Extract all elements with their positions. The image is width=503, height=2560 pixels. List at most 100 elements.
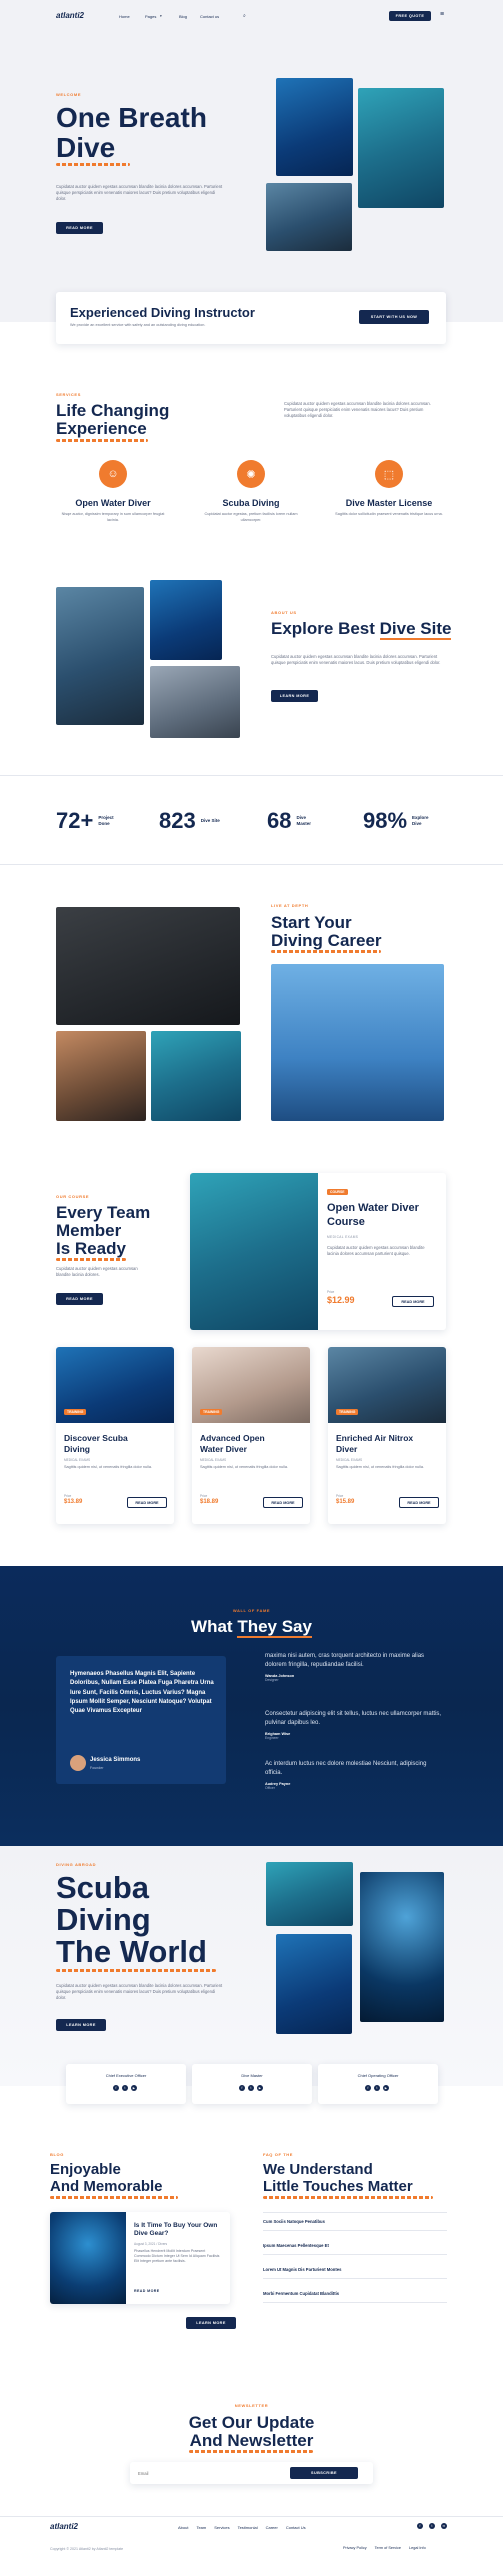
search-icon[interactable]: ⌕ <box>243 13 246 19</box>
course-card: TRAINING Enriched Air Nitrox Diver MEDIC… <box>328 1347 446 1524</box>
hero-eyebrow: WELCOME <box>56 92 82 97</box>
testimonials-section: WALL OF FAME What They Say Hymenaeos Pha… <box>0 1566 503 1846</box>
course-read-more[interactable]: READ MORE <box>127 1497 167 1508</box>
blog-post-read-more[interactable]: READ MORE <box>134 2289 160 2293</box>
footer-socials: f t ✉ <box>417 2523 447 2529</box>
twitter-icon[interactable]: t <box>374 2085 380 2091</box>
feature-dive-master: ⬚ Dive Master License Sagittis dolor sol… <box>334 460 444 518</box>
faq-item[interactable]: Ipsum Maecenas Pellentesque Et <box>263 2243 329 2248</box>
enjoyable-learn-more-button[interactable]: LEARN MORE <box>186 2317 236 2329</box>
course-read-more[interactable]: READ MORE <box>263 1497 303 1508</box>
officer-card: Chief Executive Officer f t ▶ <box>66 2064 186 2104</box>
enjoyable-eyebrow: BLOG <box>50 2152 64 2157</box>
testimonials-title: What They Say <box>0 1617 503 1638</box>
instructor-desc: We provide an excellent service with saf… <box>70 323 206 327</box>
youtube-icon[interactable]: ▶ <box>257 2085 263 2091</box>
career-photo-goggles <box>271 964 444 1121</box>
feature-open-water: ☺ Open Water Diver Nisqe auctor, digniss… <box>58 460 168 523</box>
course-title-line2: Diver <box>336 1444 358 1454</box>
twitter-icon[interactable]: t <box>122 2085 128 2091</box>
team-underline <box>56 1258 126 1261</box>
email-field[interactable] <box>138 2467 278 2479</box>
course-price-label: Price <box>336 1494 344 1498</box>
enjoyable-underline <box>50 2196 178 2199</box>
changing-eyebrow: SERVICES <box>56 392 81 397</box>
footer-link-team[interactable]: Team <box>196 2525 206 2530</box>
understand-underline <box>263 2196 433 2199</box>
footer-link-services[interactable]: Services <box>214 2525 229 2530</box>
team-title-line3: Is Ready <box>56 1239 126 1258</box>
footer-link-contact[interactable]: Contact Us <box>286 2525 306 2530</box>
nav-link-home[interactable]: Home <box>119 14 130 19</box>
changing-title-line1: Life Changing <box>56 401 170 420</box>
testimonial-text: Ac interdum luctus nec dolore molestiae … <box>265 1761 427 1776</box>
featured-course-badge: COURSE <box>327 1189 348 1195</box>
course-sub: MEDICAL EXAMS <box>64 1458 91 1462</box>
footer-link-about[interactable]: About <box>178 2525 188 2530</box>
mail-icon[interactable]: ✉ <box>441 2523 447 2529</box>
explore-desc: Cupidatat auctor quidem egestas accumsan… <box>271 654 441 666</box>
faq-item[interactable]: Lorem Ut Magnis Dis Parturient Montes <box>263 2267 341 2272</box>
footer-terms-link[interactable]: Term of Service <box>375 2546 401 2550</box>
free-quote-button[interactable]: FREE QUOTE <box>389 11 431 21</box>
featured-course-read-more[interactable]: READ MORE <box>392 1296 434 1307</box>
footer-link-career[interactable]: Career <box>266 2525 278 2530</box>
team-read-more-button[interactable]: READ MORE <box>56 1293 103 1305</box>
start-with-us-button[interactable]: START WITH US NOW <box>359 310 429 324</box>
twitter-icon[interactable]: t <box>429 2523 435 2529</box>
testimonials-title-highlight: They Say <box>237 1617 312 1638</box>
course-price-label: Price <box>64 1494 72 1498</box>
footer-link-testimonial[interactable]: Testimonial <box>238 2525 258 2530</box>
nav-link-pages[interactable]: Pages <box>145 14 156 19</box>
newsletter-title-line2: And Newsletter <box>189 2431 314 2450</box>
hero-read-more-button[interactable]: READ MORE <box>56 222 103 234</box>
nav-link-blog[interactable]: Blog <box>179 14 187 19</box>
testimonial-role: Designer <box>265 1678 279 1683</box>
testimonials-eyebrow: WALL OF FAME <box>232 1608 271 1613</box>
diver-icon: ☺ <box>99 460 127 488</box>
hero-title-underline <box>56 163 130 166</box>
facebook-icon[interactable]: f <box>239 2085 245 2091</box>
explore-title-highlight: Dive Site <box>379 619 452 640</box>
youtube-icon[interactable]: ▶ <box>131 2085 137 2091</box>
logo[interactable]: atlanti2 <box>56 11 84 20</box>
hero-title-line2: Dive <box>56 132 116 163</box>
testimonial-author: Jessica Simmons <box>90 1757 141 1763</box>
newsletter-form: SUBSCRIBE <box>130 2462 373 2484</box>
career-eyebrow: LIVE AT DEPTH <box>271 903 309 908</box>
faq-item[interactable]: Morbi Fermentum Cupidatat Blandittis <box>263 2291 339 2296</box>
nav-link-contact[interactable]: Contact us <box>200 14 219 19</box>
footer-privacy-link[interactable]: Privacy Policy <box>343 2546 367 2550</box>
stat-number: 72+ <box>56 808 94 833</box>
faq-item[interactable]: Cum Sociis Natoque Penatibus <box>263 2219 325 2224</box>
blog-post-title[interactable]: Is It Time To Buy Your Own Dive Gear? <box>134 2222 222 2239</box>
twitter-icon[interactable]: t <box>248 2085 254 2091</box>
course-badge: TRAINING <box>64 1409 87 1415</box>
course-desc: Sagittis quidem nisl, ut venenatis fring… <box>64 1465 153 1469</box>
footer-policies: Privacy Policy Term of Service Legal Inf… <box>343 2546 426 2550</box>
featured-course-desc: Cupidatat auctor quidem egestas accumsan… <box>327 1245 425 1257</box>
footer-legal-link[interactable]: Legal Info <box>409 2546 426 2550</box>
facebook-icon[interactable]: f <box>417 2523 423 2529</box>
course-badge: TRAINING <box>200 1409 223 1415</box>
feature-desc: Nisqe auctor, dignissim temporary in sum… <box>61 512 165 522</box>
facebook-icon[interactable]: f <box>365 2085 371 2091</box>
blog-post-desc: Phasellus Hendrerit Mollit Interdum Prae… <box>134 2249 220 2264</box>
changing-title-line2: Experience <box>56 419 147 438</box>
featured-course-price: $12.99 <box>327 1295 355 1305</box>
stat-dive-sites: 823 Dive Site <box>159 808 220 834</box>
social-icons: f t ▶ <box>239 2085 263 2091</box>
world-learn-more-button[interactable]: LEARN MORE <box>56 2019 106 2031</box>
menu-icon[interactable]: ≡ <box>440 11 444 18</box>
facebook-icon[interactable]: f <box>113 2085 119 2091</box>
hero-description: Cupidatat auctor quidem egestas accumsan… <box>56 184 223 202</box>
stat-projects: 72+ Project Done <box>56 808 114 834</box>
feature-title: Scuba Diving <box>222 498 280 508</box>
youtube-icon[interactable]: ▶ <box>383 2085 389 2091</box>
course-sub: MEDICAL EXAMS <box>336 1458 363 1462</box>
footer-logo[interactable]: atlanti2 <box>50 2522 78 2531</box>
subscribe-button[interactable]: SUBSCRIBE <box>290 2467 358 2479</box>
officer-card: Dive Master f t ▶ <box>192 2064 312 2104</box>
course-read-more[interactable]: READ MORE <box>399 1497 439 1508</box>
explore-learn-more-button[interactable]: LEARN MORE <box>271 690 318 702</box>
